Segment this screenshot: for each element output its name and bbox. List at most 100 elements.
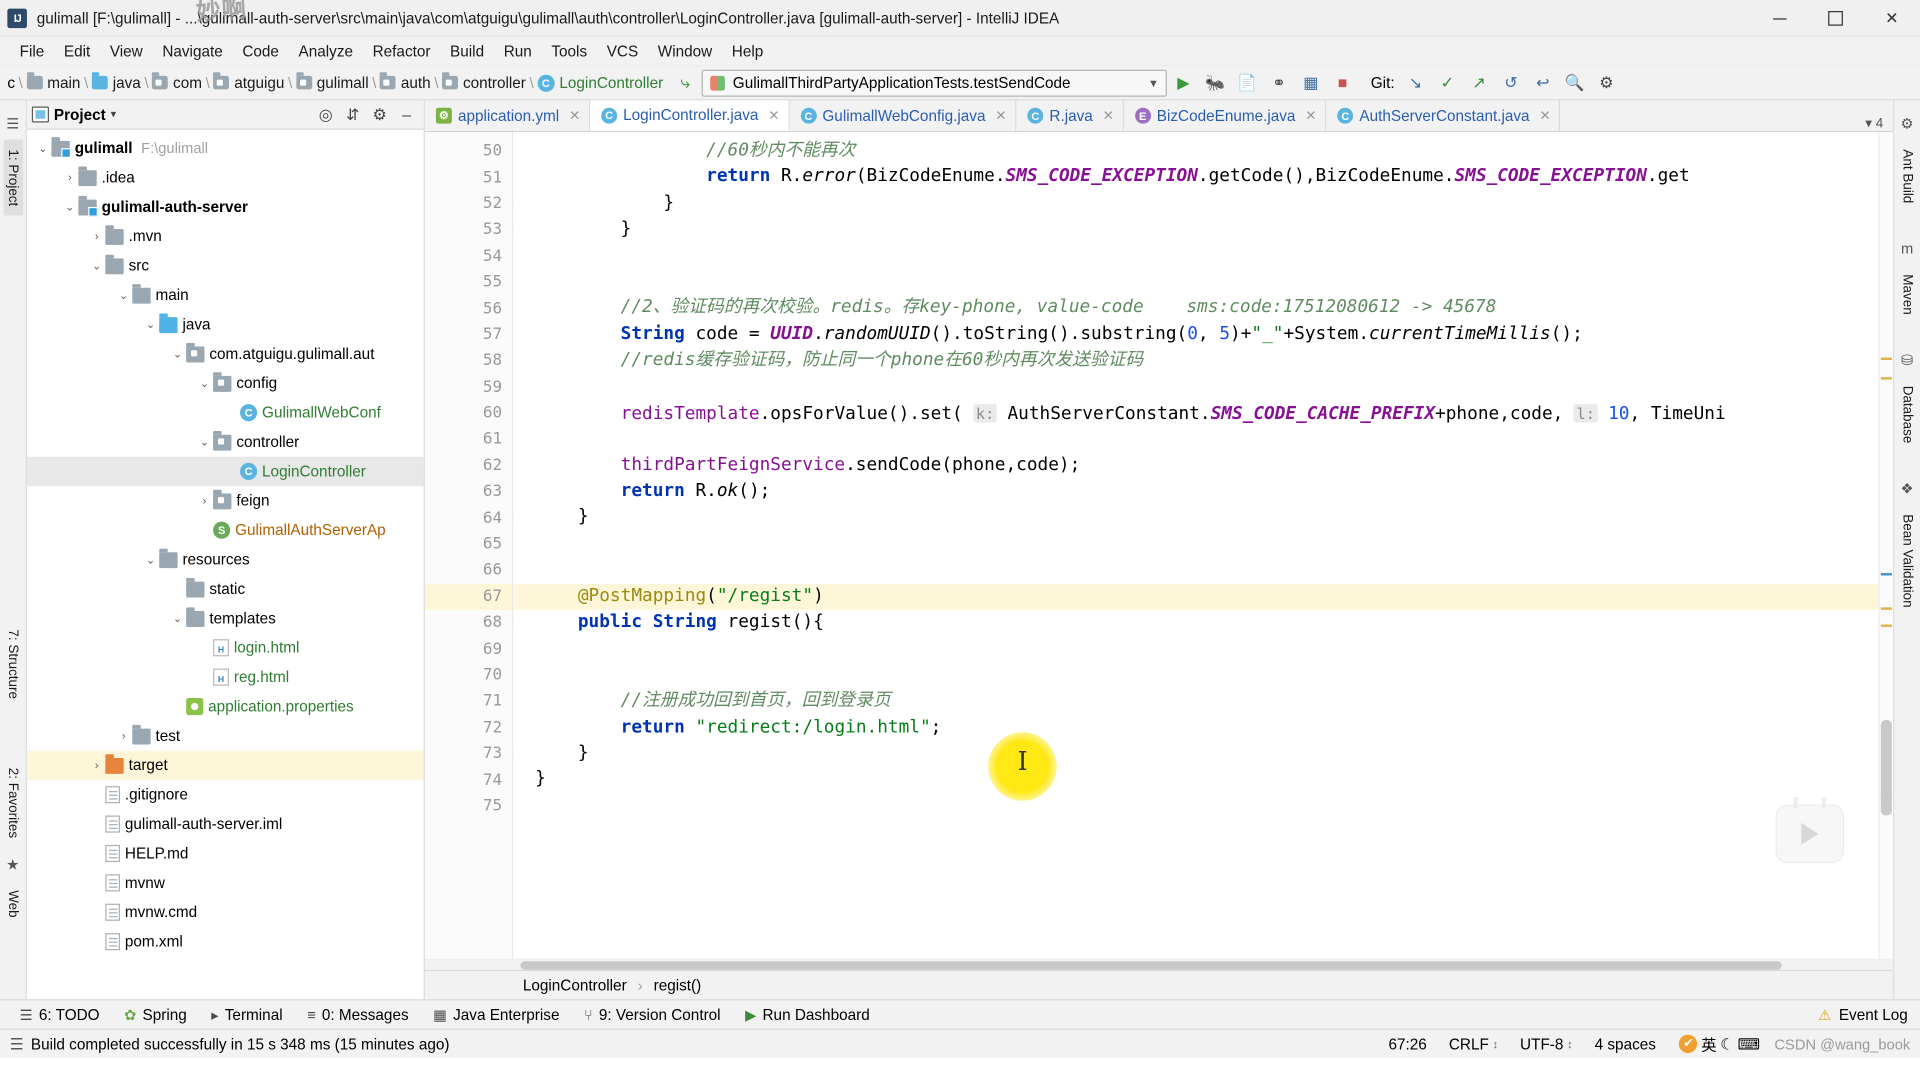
code-line[interactable]: }	[513, 767, 1878, 793]
editor-tab-authserverconstant-java[interactable]: C AuthServerConstant.java ✕	[1326, 100, 1561, 132]
tree-expand-arrow[interactable]: ›	[88, 230, 105, 242]
event-log-button[interactable]: ⚠ Event Log	[1818, 1006, 1920, 1023]
line-number[interactable]: 56	[425, 296, 512, 322]
tree-expand-arrow[interactable]: ⌄	[88, 259, 105, 272]
tool-window-java-enterprise[interactable]: ▦ Java Enterprise	[421, 1001, 572, 1028]
marker-scrollbar[interactable]	[1878, 132, 1894, 959]
navbar-leading-crumb[interactable]: c	[2, 74, 15, 91]
code-text-area[interactable]: //60秒内不能再次 return R.error(BizCodeEnume.S…	[513, 132, 1879, 959]
tree-node-mvnw-cmd[interactable]: mvnw.cmd	[27, 898, 424, 927]
rail-item-bean-validation[interactable]: Bean Validation	[1897, 505, 1917, 618]
tree-expand-arrow[interactable]: ›	[196, 495, 213, 507]
code-line[interactable]: public String regist(){	[513, 610, 1878, 636]
code-line[interactable]: redisTemplate.opsForValue().set( k: Auth…	[513, 400, 1878, 426]
navbar-crumb-com[interactable]: com	[152, 72, 202, 91]
code-line[interactable]	[513, 243, 1878, 269]
tree-node-mvnw[interactable]: mvnw	[27, 868, 424, 897]
navbar-crumb-atguigu[interactable]: atguigu	[213, 72, 284, 91]
code-line[interactable]	[513, 426, 1878, 452]
tree-expand-arrow[interactable]: ⌄	[34, 141, 51, 154]
tool-window-spring[interactable]: ✿ Spring	[112, 1001, 199, 1028]
tool-window-9-version-control[interactable]: ⑂ 9: Version Control	[572, 1001, 733, 1028]
code-line[interactable]: }	[513, 741, 1878, 767]
line-number[interactable]: 73−	[425, 741, 527, 767]
code-line[interactable]	[513, 531, 1878, 557]
menu-file[interactable]: File	[10, 40, 54, 62]
code-line[interactable]	[513, 636, 1878, 662]
update-project-icon[interactable]: ↘	[1399, 68, 1431, 97]
code-line[interactable]: //注册成功回到首页，回到登录页	[513, 688, 1878, 714]
line-number[interactable]: 67💡	[424, 583, 544, 610]
line-number[interactable]: 59	[425, 374, 512, 400]
caret-position[interactable]: 67:26	[1377, 1035, 1437, 1052]
tree-expand-arrow[interactable]: ›	[88, 759, 105, 771]
code-line[interactable]	[513, 269, 1878, 295]
line-number[interactable]: 58	[425, 348, 512, 374]
line-number[interactable]: 57	[425, 322, 512, 348]
tree-node-main[interactable]: ⌄ main	[27, 280, 424, 309]
navbar-crumb-logincontroller[interactable]: C LoginController	[537, 74, 663, 92]
line-number[interactable]: 52−	[425, 191, 527, 217]
tree-expand-arrow[interactable]: ⌄	[169, 347, 186, 360]
navbar-crumb-gulimall[interactable]: gulimall	[295, 72, 369, 91]
code-line[interactable]: String code = UUID.randomUUID().toString…	[513, 322, 1878, 348]
menu-help[interactable]: Help	[722, 40, 773, 62]
tree-node-logincontroller[interactable]: C LoginController	[26, 456, 424, 487]
tree-node-gulimall[interactable]: ⌄ gulimall F:\gulimall	[27, 133, 424, 162]
rail-item-ant-build[interactable]: Ant Build	[1897, 140, 1917, 214]
menu-tools[interactable]: Tools	[542, 40, 597, 62]
tool-window-0-messages[interactable]: ≡ 0: Messages	[295, 1001, 421, 1028]
tree-expand-arrow[interactable]: ⌄	[142, 318, 159, 331]
tree-node-gulimallauthserverap[interactable]: S GulimallAuthServerAp	[27, 516, 424, 545]
code-line[interactable]	[513, 793, 1878, 819]
code-line[interactable]: }	[513, 505, 1878, 531]
navbar-crumb-java[interactable]: java	[91, 72, 141, 91]
code-line[interactable]	[513, 374, 1878, 400]
menu-analyze[interactable]: Analyze	[289, 40, 363, 62]
close-icon[interactable]: ✕	[1305, 108, 1316, 124]
line-number[interactable]: 54	[425, 243, 512, 269]
line-number[interactable]: 68−	[425, 610, 527, 636]
line-number[interactable]: 71	[425, 688, 512, 714]
status-menu-icon[interactable]: ☰	[10, 1035, 31, 1053]
horizontal-scrollbar[interactable]	[424, 958, 1894, 970]
tree-node-config[interactable]: ⌄ config	[27, 369, 424, 398]
history-icon[interactable]: ↺	[1495, 68, 1527, 97]
ime-indicator[interactable]: ✔ 英 ☾ ⌨	[1667, 1032, 1760, 1055]
tree-expand-arrow[interactable]: ⌄	[61, 200, 78, 213]
tree-node-gulimallwebconf[interactable]: C GulimallWebConf	[27, 398, 424, 427]
maximize-button[interactable]	[1807, 0, 1863, 37]
tree-expand-arrow[interactable]: ›	[61, 171, 78, 183]
file-encoding[interactable]: UTF-8 ↕	[1509, 1035, 1584, 1052]
tree-expand-arrow[interactable]: ⌄	[142, 553, 159, 566]
breadcrumb-class[interactable]: LoginController	[523, 977, 627, 994]
tree-node-help-md[interactable]: HELP.md	[27, 839, 424, 868]
line-number[interactable]: 69	[425, 636, 512, 662]
tree-node-resources[interactable]: ⌄ resources	[27, 545, 424, 574]
navbar-crumb-main[interactable]: main	[26, 72, 80, 91]
line-number-gutter[interactable]: 505152−53−5455565758596061626364−656667💡…	[424, 132, 544, 959]
line-number[interactable]: 66	[425, 557, 512, 583]
project-settings-icon[interactable]: ⚙	[367, 102, 391, 126]
tree-node-target[interactable]: › target	[26, 750, 424, 781]
navbar-crumb-auth[interactable]: auth	[380, 72, 431, 91]
run-icon[interactable]: ▶	[1168, 68, 1200, 97]
editor-tab-application-yml[interactable]: ⚙ application.yml ✕	[425, 100, 591, 132]
build-project-icon[interactable]: ▦	[1295, 68, 1327, 97]
code-line[interactable]: }	[513, 191, 1878, 217]
line-number[interactable]: 63	[425, 479, 512, 505]
tree-expand-arrow[interactable]: ⌄	[115, 288, 132, 301]
tree-expand-arrow[interactable]: ⌄	[196, 377, 213, 390]
code-line[interactable]: }	[513, 217, 1878, 243]
rail-item-database[interactable]: Database	[1897, 376, 1917, 453]
close-icon[interactable]: ✕	[1103, 108, 1114, 124]
debug-icon[interactable]: 🐜	[1199, 68, 1231, 97]
editor-tab-r-java[interactable]: C R.java ✕	[1016, 100, 1124, 132]
tree-expand-arrow[interactable]: ›	[115, 730, 132, 742]
line-number[interactable]: 55	[425, 269, 512, 295]
vertical-scrollbar-thumb[interactable]	[1880, 720, 1892, 816]
line-number[interactable]: 64−	[425, 505, 527, 531]
tree-node-login-html[interactable]: Hlogin.html	[27, 633, 424, 662]
code-line[interactable]: @PostMapping("/regist")	[513, 583, 1879, 610]
line-number[interactable]: 72	[425, 715, 512, 741]
